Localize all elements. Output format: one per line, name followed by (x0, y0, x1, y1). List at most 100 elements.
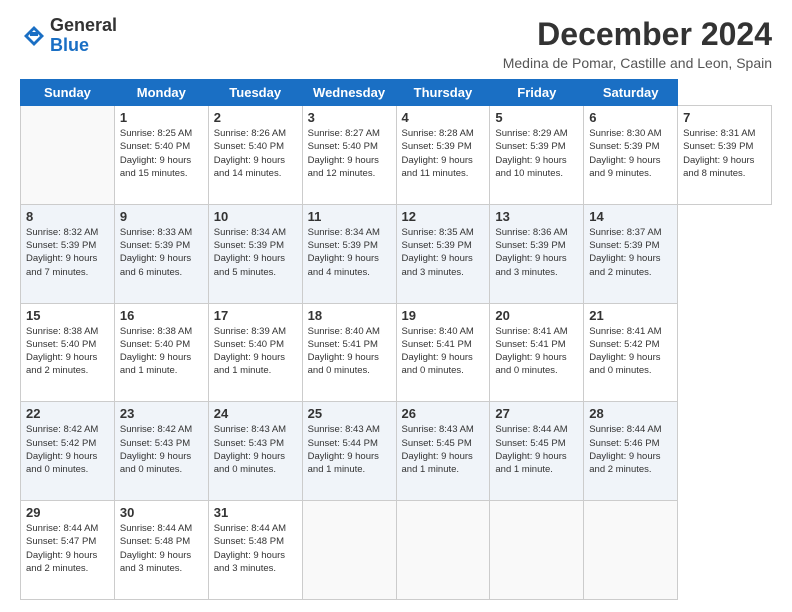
day-info: Sunrise: 8:40 AMSunset: 5:41 PMDaylight:… (402, 325, 485, 378)
week-row-2: 8Sunrise: 8:32 AMSunset: 5:39 PMDaylight… (21, 204, 772, 303)
week-row-4: 22 Sunrise: 8:42 AMSunset: 5:42 PMDayligh… (21, 402, 772, 501)
day-info: Sunrise: 8:35 AMSunset: 5:39 PMDaylight:… (402, 226, 485, 279)
day-cell: 26 Sunrise: 8:43 AMSunset: 5:45 PMDayligh… (396, 402, 490, 501)
week-row-3: 15 Sunrise: 8:38 AMSunset: 5:40 PMDayligh… (21, 303, 772, 402)
day-cell: 20 Sunrise: 8:41 AMSunset: 5:41 PMDayligh… (490, 303, 584, 402)
header-row: SundayMondayTuesdayWednesdayThursdayFrid… (21, 80, 772, 106)
day-number: 9 (120, 209, 203, 224)
day-cell: 8Sunrise: 8:32 AMSunset: 5:39 PMDaylight… (21, 204, 115, 303)
day-number: 25 (308, 406, 391, 421)
day-info: Sunrise: 8:38 AMSunset: 5:40 PMDaylight:… (26, 325, 109, 378)
day-info: Sunrise: 8:36 AMSunset: 5:39 PMDaylight:… (495, 226, 578, 279)
day-number: 21 (589, 308, 672, 323)
day-info: Sunrise: 8:44 AMSunset: 5:45 PMDaylight:… (495, 423, 578, 476)
col-header-sunday: Sunday (21, 80, 115, 106)
col-header-tuesday: Tuesday (208, 80, 302, 106)
day-cell: 21Sunrise: 8:41 AMSunset: 5:42 PMDayligh… (584, 303, 678, 402)
day-number: 10 (214, 209, 297, 224)
day-cell: 15 Sunrise: 8:38 AMSunset: 5:40 PMDayligh… (21, 303, 115, 402)
day-info: Sunrise: 8:37 AMSunset: 5:39 PMDaylight:… (589, 226, 672, 279)
calendar: SundayMondayTuesdayWednesdayThursdayFrid… (20, 79, 772, 600)
day-info: Sunrise: 8:34 AMSunset: 5:39 PMDaylight:… (214, 226, 297, 279)
day-info: Sunrise: 8:29 AMSunset: 5:39 PMDaylight:… (495, 127, 578, 180)
day-number: 23 (120, 406, 203, 421)
day-cell: 27Sunrise: 8:44 AMSunset: 5:45 PMDayligh… (490, 402, 584, 501)
logo: General Blue (20, 16, 117, 56)
day-number: 3 (308, 110, 391, 125)
day-number: 28 (589, 406, 672, 421)
day-cell: 3Sunrise: 8:27 AMSunset: 5:40 PMDaylight… (302, 106, 396, 205)
day-number: 19 (402, 308, 485, 323)
month-title: December 2024 (503, 16, 772, 53)
col-header-saturday: Saturday (584, 80, 678, 106)
day-number: 11 (308, 209, 391, 224)
logo-blue: Blue (50, 36, 117, 56)
day-cell: 2Sunrise: 8:26 AMSunset: 5:40 PMDaylight… (208, 106, 302, 205)
day-number: 16 (120, 308, 203, 323)
day-number: 26 (402, 406, 485, 421)
day-info: Sunrise: 8:44 AMSunset: 5:47 PMDaylight:… (26, 522, 109, 575)
day-number: 13 (495, 209, 578, 224)
day-cell (584, 501, 678, 600)
day-number: 14 (589, 209, 672, 224)
day-cell: 4 Sunrise: 8:28 AMSunset: 5:39 PMDaylight… (396, 106, 490, 205)
day-number: 8 (26, 209, 109, 224)
day-cell: 7 Sunrise: 8:31 AMSunset: 5:39 PMDaylight… (678, 106, 772, 205)
day-number: 4 (402, 110, 485, 125)
day-number: 18 (308, 308, 391, 323)
col-header-wednesday: Wednesday (302, 80, 396, 106)
day-info: Sunrise: 8:43 AMSunset: 5:44 PMDaylight:… (308, 423, 391, 476)
day-number: 31 (214, 505, 297, 520)
day-info: Sunrise: 8:28 AMSunset: 5:39 PMDaylight:… (402, 127, 485, 180)
week-row-5: 29Sunrise: 8:44 AMSunset: 5:47 PMDayligh… (21, 501, 772, 600)
day-cell: 25 Sunrise: 8:43 AMSunset: 5:44 PMDayligh… (302, 402, 396, 501)
header: General Blue December 2024 Medina de Pom… (20, 16, 772, 71)
day-info: Sunrise: 8:34 AMSunset: 5:39 PMDaylight:… (308, 226, 391, 279)
day-info: Sunrise: 8:43 AMSunset: 5:43 PMDaylight:… (214, 423, 297, 476)
day-cell: 17Sunrise: 8:39 AMSunset: 5:40 PMDayligh… (208, 303, 302, 402)
day-cell: 16 Sunrise: 8:38 AMSunset: 5:40 PMDayligh… (114, 303, 208, 402)
day-info: Sunrise: 8:41 AMSunset: 5:41 PMDaylight:… (495, 325, 578, 378)
day-number: 6 (589, 110, 672, 125)
day-cell (396, 501, 490, 600)
day-number: 12 (402, 209, 485, 224)
logo-general: General (50, 16, 117, 36)
day-info: Sunrise: 8:43 AMSunset: 5:45 PMDaylight:… (402, 423, 485, 476)
week-row-1: 1Sunrise: 8:25 AMSunset: 5:40 PMDaylight… (21, 106, 772, 205)
day-cell (302, 501, 396, 600)
day-cell: 23 Sunrise: 8:42 AMSunset: 5:43 PMDayligh… (114, 402, 208, 501)
day-number: 30 (120, 505, 203, 520)
day-info: Sunrise: 8:42 AMSunset: 5:42 PMDaylight:… (26, 423, 109, 476)
day-info: Sunrise: 8:31 AMSunset: 5:39 PMDaylight:… (683, 127, 766, 180)
day-cell: 14 Sunrise: 8:37 AMSunset: 5:39 PMDayligh… (584, 204, 678, 303)
day-cell: 11 Sunrise: 8:34 AMSunset: 5:39 PMDayligh… (302, 204, 396, 303)
col-header-thursday: Thursday (396, 80, 490, 106)
day-cell (21, 106, 115, 205)
day-info: Sunrise: 8:44 AMSunset: 5:48 PMDaylight:… (120, 522, 203, 575)
location-title: Medina de Pomar, Castille and Leon, Spai… (503, 55, 772, 71)
page: General Blue December 2024 Medina de Pom… (0, 0, 792, 612)
title-section: December 2024 Medina de Pomar, Castille … (503, 16, 772, 71)
day-number: 1 (120, 110, 203, 125)
day-cell: 12 Sunrise: 8:35 AMSunset: 5:39 PMDayligh… (396, 204, 490, 303)
day-number: 7 (683, 110, 766, 125)
day-number: 2 (214, 110, 297, 125)
col-header-monday: Monday (114, 80, 208, 106)
day-cell: 13 Sunrise: 8:36 AMSunset: 5:39 PMDayligh… (490, 204, 584, 303)
day-cell: 24Sunrise: 8:43 AMSunset: 5:43 PMDayligh… (208, 402, 302, 501)
day-cell: 19 Sunrise: 8:40 AMSunset: 5:41 PMDayligh… (396, 303, 490, 402)
day-info: Sunrise: 8:42 AMSunset: 5:43 PMDaylight:… (120, 423, 203, 476)
day-info: Sunrise: 8:39 AMSunset: 5:40 PMDaylight:… (214, 325, 297, 378)
day-number: 20 (495, 308, 578, 323)
day-number: 15 (26, 308, 109, 323)
logo-text: General Blue (50, 16, 117, 56)
day-cell: 10 Sunrise: 8:34 AMSunset: 5:39 PMDayligh… (208, 204, 302, 303)
day-cell: 6 Sunrise: 8:30 AMSunset: 5:39 PMDaylight… (584, 106, 678, 205)
day-cell: 30 Sunrise: 8:44 AMSunset: 5:48 PMDayligh… (114, 501, 208, 600)
day-cell (490, 501, 584, 600)
day-info: Sunrise: 8:38 AMSunset: 5:40 PMDaylight:… (120, 325, 203, 378)
day-info: Sunrise: 8:40 AMSunset: 5:41 PMDaylight:… (308, 325, 391, 378)
day-info: Sunrise: 8:30 AMSunset: 5:39 PMDaylight:… (589, 127, 672, 180)
day-number: 22 (26, 406, 109, 421)
day-cell: 29Sunrise: 8:44 AMSunset: 5:47 PMDayligh… (21, 501, 115, 600)
